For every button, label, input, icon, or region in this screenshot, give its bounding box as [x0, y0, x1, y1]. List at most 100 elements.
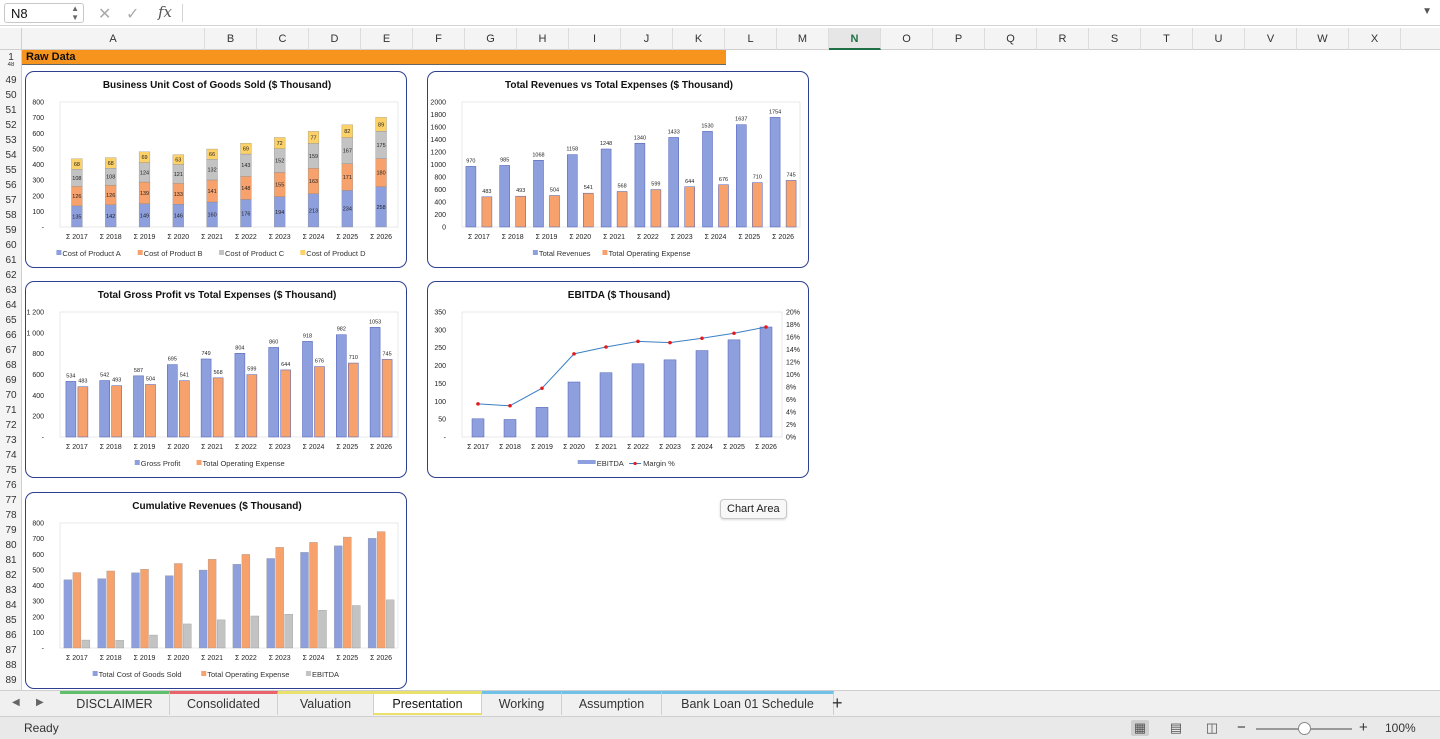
row-header-59[interactable]: 59: [0, 223, 21, 238]
sheet-tab-valuation[interactable]: Valuation: [278, 691, 374, 715]
row-header-55[interactable]: 55: [0, 163, 21, 178]
margin-point[interactable]: [764, 325, 768, 329]
bar-total-operating-expense[interactable]: [207, 559, 217, 649]
column-header-b[interactable]: B: [205, 28, 257, 50]
row-header-53[interactable]: 53: [0, 133, 21, 148]
row-header-83[interactable]: 83: [0, 583, 21, 598]
bar-total-cost-of-goods-sold[interactable]: [300, 552, 309, 649]
margin-point[interactable]: [476, 402, 480, 406]
sheet-tab-bank-loan-01-schedule[interactable]: Bank Loan 01 Schedule: [662, 691, 834, 715]
column-header-g[interactable]: G: [465, 28, 517, 50]
row-header-73[interactable]: 73: [0, 433, 21, 448]
zoom-in-button[interactable]: +: [1359, 719, 1368, 736]
sheet-tab-consolidated[interactable]: Consolidated: [170, 691, 278, 715]
bar-total-revenues[interactable]: [499, 165, 510, 228]
column-header-u[interactable]: U: [1193, 28, 1245, 50]
row-header-87[interactable]: 87: [0, 643, 21, 658]
bar-total-operating-expense[interactable]: [481, 196, 493, 228]
margin-point[interactable]: [540, 386, 544, 391]
column-header-c[interactable]: C: [257, 28, 309, 50]
bar-total-cost-of-goods-sold[interactable]: [232, 564, 242, 649]
bar-total-operating-expense[interactable]: [752, 182, 763, 228]
bar-total-revenues[interactable]: [533, 160, 544, 228]
sheet-tab-assumption[interactable]: Assumption: [562, 691, 662, 715]
bar-total-cost-of-goods-sold[interactable]: [97, 578, 106, 649]
cancel-icon[interactable]: ✕: [98, 4, 111, 24]
bar-total-operating-expense[interactable]: [376, 531, 386, 649]
margin-point[interactable]: [700, 336, 704, 341]
bar-total-revenues[interactable]: [600, 148, 612, 228]
bar-total-operating-expense[interactable]: [140, 569, 149, 649]
bar-gross-profit[interactable]: [336, 334, 347, 438]
row-header-80[interactable]: 80: [0, 538, 21, 553]
bar-total-operating-expense[interactable]: [179, 380, 190, 438]
bar-total-revenues[interactable]: [702, 131, 713, 228]
row-header-88[interactable]: 88: [0, 658, 21, 673]
bar-ebitda[interactable]: [352, 605, 361, 649]
column-header-t[interactable]: T: [1141, 28, 1193, 50]
row-header-81[interactable]: 81: [0, 553, 21, 568]
row-header-82[interactable]: 82: [0, 568, 21, 583]
bar-total-operating-expense[interactable]: [212, 377, 224, 438]
row-header-65[interactable]: 65: [0, 313, 21, 328]
margin-point[interactable]: [636, 339, 640, 344]
bar-gross-profit[interactable]: [268, 347, 279, 438]
bar-total-operating-expense[interactable]: [684, 186, 695, 228]
bar-total-cost-of-goods-sold[interactable]: [198, 569, 208, 649]
bar-total-operating-expense[interactable]: [241, 554, 251, 649]
sheet-tab-disclaimer[interactable]: DISCLAIMER: [60, 691, 170, 715]
bar-total-cost-of-goods-sold[interactable]: [165, 575, 174, 649]
bar-ebitda[interactable]: [318, 610, 327, 649]
bar-total-operating-expense[interactable]: [246, 374, 258, 438]
bar-total-operating-expense[interactable]: [515, 195, 526, 228]
row-header-71[interactable]: 71: [0, 403, 21, 418]
name-box-stepper-icon[interactable]: ▲ ▼: [71, 4, 79, 22]
row-header-58[interactable]: 58: [0, 208, 21, 223]
bar-total-operating-expense[interactable]: [549, 195, 560, 228]
bar-total-operating-expense[interactable]: [583, 192, 594, 228]
bar-gross-profit[interactable]: [99, 380, 110, 438]
bar-total-cost-of-goods-sold[interactable]: [266, 558, 275, 649]
column-header-s[interactable]: S: [1089, 28, 1141, 50]
row-header-89[interactable]: 89: [0, 673, 21, 688]
bar-total-operating-expense[interactable]: [785, 180, 797, 228]
bar-ebitda[interactable]: [567, 381, 581, 438]
row-header-57[interactable]: 57: [0, 193, 21, 208]
bar-total-revenues[interactable]: [736, 124, 747, 228]
bar-gross-profit[interactable]: [167, 364, 178, 438]
zoom-out-button[interactable]: −: [1237, 719, 1246, 736]
row-header-50[interactable]: 50: [0, 88, 21, 103]
bar-total-operating-expense[interactable]: [381, 359, 393, 438]
revenue-expense-chart[interactable]: Total Revenues vs Total Expenses ($ Thou…: [427, 71, 809, 268]
bar-total-operating-expense[interactable]: [72, 572, 82, 649]
check-icon[interactable]: ✓: [126, 4, 139, 24]
bar-total-operating-expense[interactable]: [616, 191, 628, 228]
margin-point[interactable]: [572, 352, 576, 356]
page-break-view-icon[interactable]: ◫: [1203, 720, 1221, 736]
bar-ebitda[interactable]: [759, 326, 773, 438]
row-header-77[interactable]: 77: [0, 493, 21, 508]
bar-total-operating-expense[interactable]: [343, 536, 352, 649]
row-header-51[interactable]: 51: [0, 103, 21, 118]
bar-total-revenues[interactable]: [668, 137, 679, 228]
bar-ebitda[interactable]: [695, 350, 709, 438]
column-header-f[interactable]: F: [413, 28, 465, 50]
zoom-slider-thumb[interactable]: [1298, 722, 1311, 735]
row-header-85[interactable]: 85: [0, 613, 21, 628]
ebitda-chart[interactable]: EBITDA ($ Thousand) - 50 100 150 200 250 300 350…: [427, 281, 809, 478]
function-icon[interactable]: fx: [158, 3, 172, 21]
bar-total-operating-expense[interactable]: [174, 563, 183, 649]
sheet-tab-working[interactable]: Working: [482, 691, 562, 715]
bar-gross-profit[interactable]: [302, 341, 313, 438]
bar-ebitda[interactable]: [503, 419, 517, 438]
add-sheet-button[interactable]: +: [832, 693, 843, 714]
row-header-70[interactable]: 70: [0, 388, 21, 403]
cogs-chart[interactable]: Business Unit Cost of Goods Sold ($ Thou…: [25, 71, 407, 268]
scroll-tabs-left-icon[interactable]: ◀: [12, 697, 20, 708]
column-header-e[interactable]: E: [361, 28, 413, 50]
gross-profit-chart[interactable]: Total Gross Profit vs Total Expenses ($ …: [25, 281, 407, 478]
row-header-79[interactable]: 79: [0, 523, 21, 538]
column-header-a[interactable]: A: [22, 28, 205, 50]
row-header-61[interactable]: 61: [0, 253, 21, 268]
bar-total-operating-expense[interactable]: [314, 366, 325, 438]
